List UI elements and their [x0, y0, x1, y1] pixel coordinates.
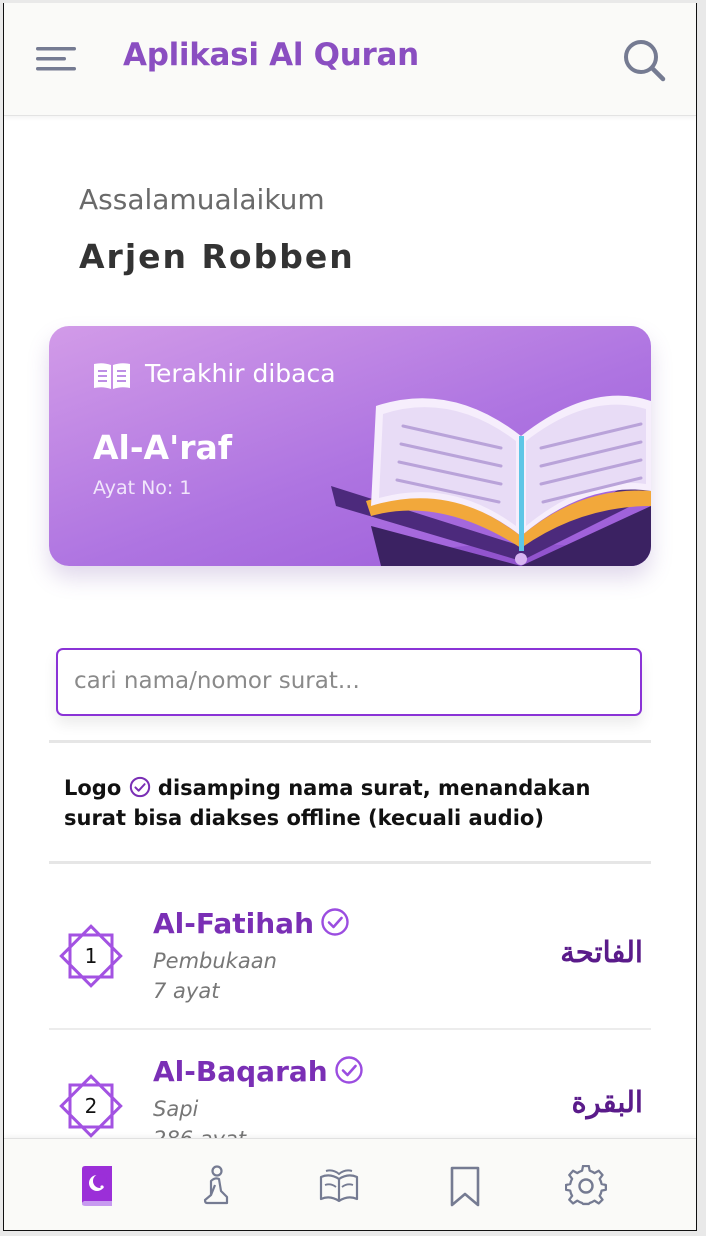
surah-number: 2 [84, 1094, 98, 1118]
app-bar: Aplikasi Al Quran [4, 3, 696, 116]
surah-arabic-name: البقرة [571, 1085, 643, 1119]
search-icon[interactable] [621, 37, 667, 83]
surah-list-item[interactable]: 1 Al-Fatihah Pembukaan 7 ayat الفاتحة [49, 883, 651, 1030]
offline-check-icon [129, 776, 150, 798]
row-separator [49, 1028, 651, 1030]
surah-number: 1 [84, 944, 98, 968]
quran-book-icon[interactable] [76, 1165, 118, 1207]
surah-arabic-name: الفاتحة [560, 935, 643, 969]
offline-check-icon [321, 908, 349, 936]
divider [49, 740, 651, 743]
offline-check-icon [335, 1056, 363, 1084]
surah-search-field[interactable] [56, 648, 642, 716]
app-screen: Aplikasi Al Quran Assalamualaikum Arjen … [3, 3, 697, 1231]
last-read-label: Terakhir dibaca [145, 359, 336, 388]
prayer-person-icon[interactable] [197, 1165, 239, 1207]
surah-meaning: Pembukaan [153, 949, 277, 973]
open-book-icon[interactable] [318, 1165, 360, 1207]
surah-name-text: Al-Fatihah [153, 907, 315, 940]
hamburger-icon[interactable] [34, 43, 80, 73]
divider [49, 861, 651, 864]
last-read-card[interactable]: Terakhir dibaca Al-A'raf Ayat No: 1 [49, 326, 651, 566]
surah-name-text: Al-Baqarah [153, 1055, 328, 1088]
user-name: Arjen Robben [79, 237, 355, 276]
last-read-surah: Al-A'raf [93, 428, 233, 467]
offline-note: Logo disamping nama surat, menandakan su… [64, 773, 644, 833]
surah-ayat-count: 7 ayat [153, 979, 220, 1003]
offline-note-prefix: Logo [64, 776, 122, 800]
surah-name: Al-Fatihah [153, 907, 350, 940]
bottom-navigation [4, 1138, 696, 1230]
surah-name: Al-Baqarah [153, 1055, 364, 1088]
book-open-icon [94, 363, 130, 389]
greeting-text: Assalamualaikum [79, 183, 325, 216]
gear-icon[interactable] [565, 1165, 607, 1207]
surah-search-input[interactable] [72, 650, 616, 712]
quran-illustration [331, 395, 651, 566]
app-title: Aplikasi Al Quran [123, 37, 419, 73]
bookmark-icon[interactable] [444, 1165, 486, 1207]
last-read-ayat: Ayat No: 1 [93, 477, 192, 499]
surah-meaning: Sapi [153, 1097, 199, 1121]
